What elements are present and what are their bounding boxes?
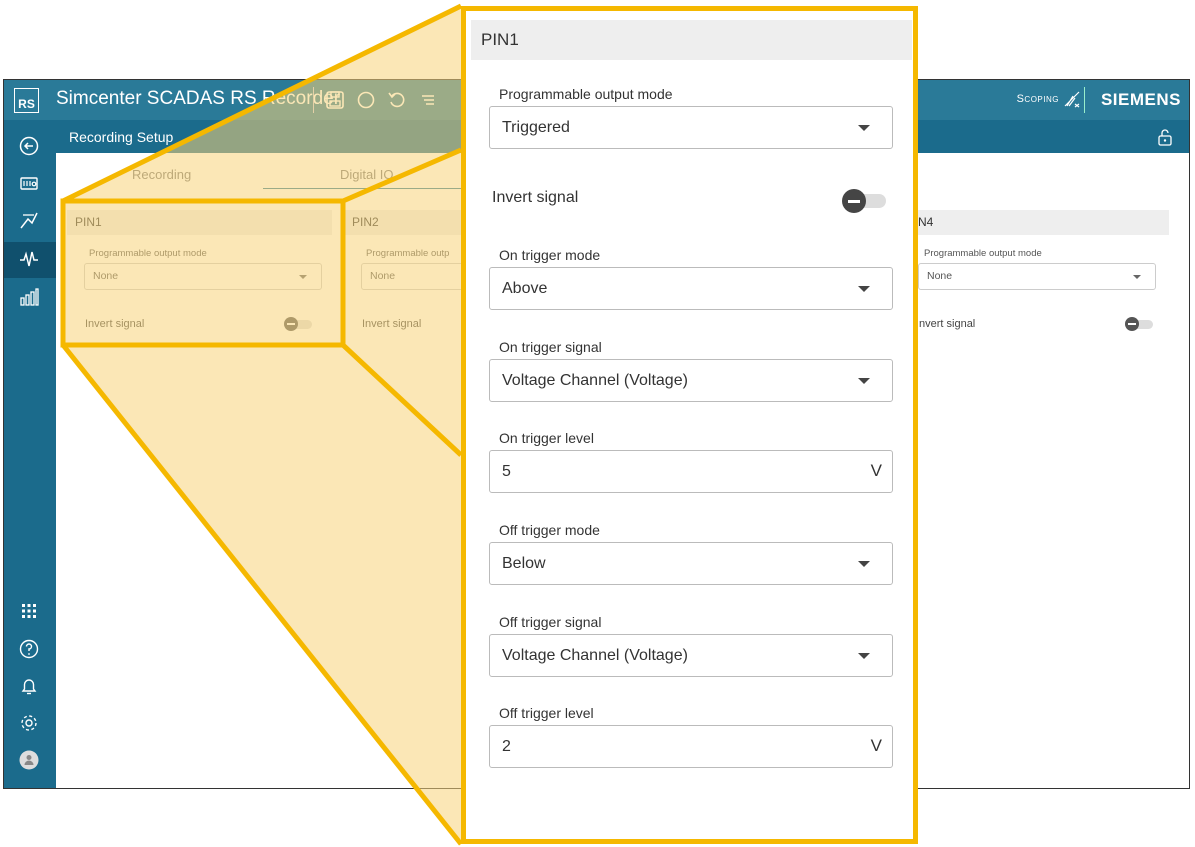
page-title: Recording Setup xyxy=(69,129,174,145)
trigger-icon[interactable] xyxy=(18,209,40,231)
invert-toggle[interactable] xyxy=(842,189,886,213)
output-mode-label: Programmable output mode xyxy=(499,86,673,102)
on-trigger-level-label: On trigger level xyxy=(499,430,594,446)
scoping-label: Scoping xyxy=(1016,93,1059,105)
pin-card-title: N4 xyxy=(904,210,1169,235)
off-trigger-mode-label: Off trigger mode xyxy=(499,522,600,538)
toolbar-separator xyxy=(313,87,314,113)
output-mode-select[interactable]: Triggered xyxy=(489,106,893,149)
bell-icon[interactable] xyxy=(18,675,40,697)
waveform-icon[interactable] xyxy=(18,248,40,270)
off-trigger-level-value: 2 xyxy=(502,738,511,755)
unlock-icon[interactable] xyxy=(1156,128,1174,146)
output-mode-value: Triggered xyxy=(502,119,570,136)
invert-label: Invert signal xyxy=(492,189,579,206)
chevron-down-icon xyxy=(858,561,870,567)
on-trigger-signal-select[interactable]: Voltage Channel (Voltage) xyxy=(489,359,893,402)
user-avatar-icon[interactable] xyxy=(18,749,40,771)
output-mode-value: None xyxy=(370,270,396,282)
active-tab-indicator xyxy=(263,188,463,189)
off-trigger-signal-value: Voltage Channel (Voltage) xyxy=(502,647,688,664)
tab-recording[interactable]: Recording xyxy=(132,167,191,182)
output-mode-select[interactable]: None xyxy=(84,263,322,290)
off-trigger-level-input[interactable]: 2 V xyxy=(489,725,893,768)
on-trigger-mode-value: Above xyxy=(502,280,548,297)
invert-label: nvert signal xyxy=(919,318,976,330)
output-mode-select[interactable]: None xyxy=(918,263,1156,290)
output-mode-value: None xyxy=(93,270,119,282)
output-mode-label: Programmable output mode xyxy=(924,248,1042,259)
record-icon[interactable] xyxy=(356,90,376,110)
off-trigger-mode-value: Below xyxy=(502,555,546,572)
help-icon[interactable] xyxy=(18,638,40,660)
app-title: Simcenter SCADAS RS Recorder xyxy=(56,88,341,109)
brand-logo: SIEMENS xyxy=(1100,90,1181,109)
hardware-icon[interactable] xyxy=(18,172,40,194)
output-mode-label: Programmable output mode xyxy=(89,248,207,259)
save-icon[interactable] xyxy=(325,90,345,110)
off-trigger-level-label: Off trigger level xyxy=(499,705,594,721)
invert-label: Invert signal xyxy=(85,318,145,330)
output-mode-value: None xyxy=(927,270,953,282)
on-trigger-level-value: 5 xyxy=(502,463,511,480)
app-logo: RS xyxy=(14,88,39,113)
apps-grid-icon[interactable] xyxy=(18,600,40,622)
pin1-detail-panel: PIN1 Programmable output mode Triggered … xyxy=(461,6,918,844)
invert-row: nvert signal xyxy=(904,316,1169,336)
on-trigger-signal-value: Voltage Channel (Voltage) xyxy=(502,372,688,389)
on-trigger-level-input[interactable]: 5 V xyxy=(489,450,893,493)
on-trigger-mode-label: On trigger mode xyxy=(499,247,601,263)
invert-row: Invert signal xyxy=(67,316,332,336)
chevron-down-icon xyxy=(858,125,870,131)
scoping-icon[interactable] xyxy=(1063,90,1081,108)
sidebar xyxy=(4,120,56,788)
back-icon[interactable] xyxy=(18,135,40,157)
tab-digital-io[interactable]: Digital IO xyxy=(340,167,393,182)
pin-card-1: PIN1 Programmable output mode None Inver… xyxy=(67,210,332,336)
chevron-down-icon xyxy=(858,653,870,659)
detail-title: PIN1 xyxy=(471,20,912,60)
off-trigger-signal-select[interactable]: Voltage Channel (Voltage) xyxy=(489,634,893,677)
list-icon[interactable] xyxy=(418,90,438,110)
invert-toggle[interactable] xyxy=(1125,317,1153,331)
chevron-down-icon xyxy=(858,378,870,384)
settings-gear-icon[interactable] xyxy=(18,712,40,734)
off-trigger-mode-select[interactable]: Below xyxy=(489,542,893,585)
invert-toggle[interactable] xyxy=(284,317,312,331)
brand-separator xyxy=(1084,87,1085,113)
invert-label: Invert signal xyxy=(362,318,422,330)
pin-card-4: N4 Programmable output mode None nvert s… xyxy=(904,210,1169,336)
chevron-down-icon xyxy=(299,275,307,279)
off-trigger-level-unit: V xyxy=(870,736,882,755)
undo-icon[interactable] xyxy=(387,90,407,110)
chevron-down-icon xyxy=(858,286,870,292)
pin-card-title: PIN1 xyxy=(67,210,332,235)
chevron-down-icon xyxy=(1133,275,1141,279)
bar-chart-icon[interactable] xyxy=(18,286,40,308)
off-trigger-signal-label: Off trigger signal xyxy=(499,614,602,630)
on-trigger-level-unit: V xyxy=(870,461,882,480)
on-trigger-signal-label: On trigger signal xyxy=(499,339,602,355)
on-trigger-mode-select[interactable]: Above xyxy=(489,267,893,310)
